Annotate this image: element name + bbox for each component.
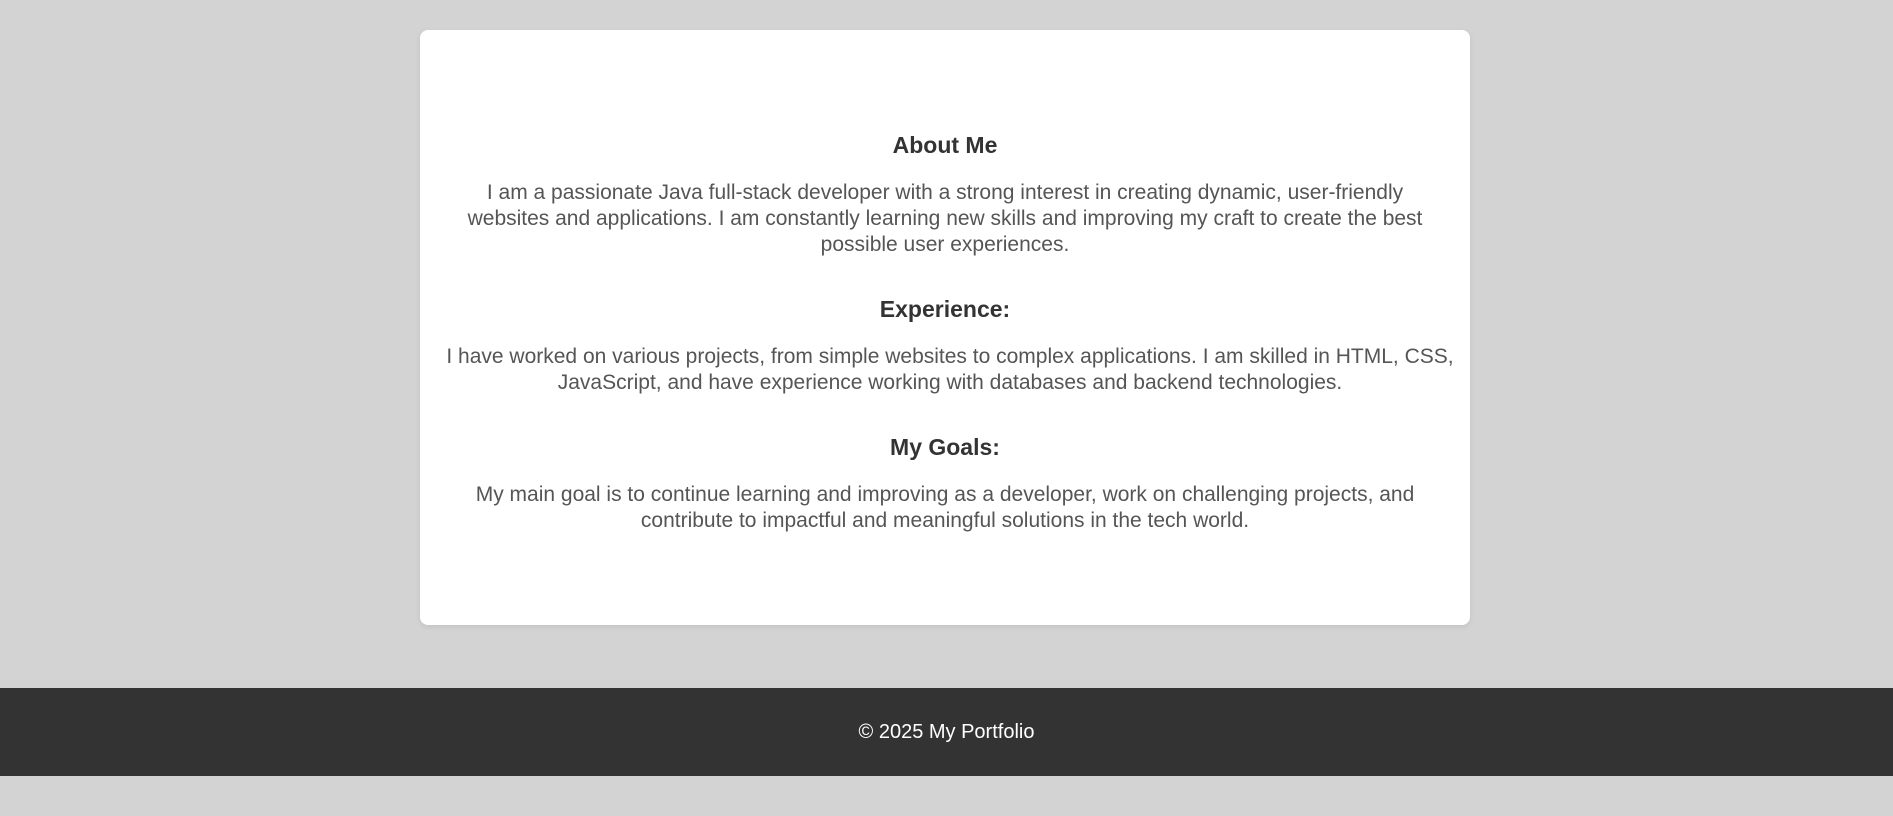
about-text: I am a passionate Java full-stack develo… [467,181,1423,256]
about-card: About Me I am a passionate Java full-sta… [420,30,1470,625]
goals-text: My main goal is to continue learning and… [475,483,1415,532]
goals-heading: My Goals: [890,434,1000,460]
footer-copyright: © 2025 My Portfolio [858,720,1035,743]
experience-heading: Experience: [879,296,1011,322]
about-heading: About Me [892,132,998,158]
page-footer: © 2025 My Portfolio [0,688,1893,776]
experience-text: I have worked on various projects, from … [446,345,1454,394]
